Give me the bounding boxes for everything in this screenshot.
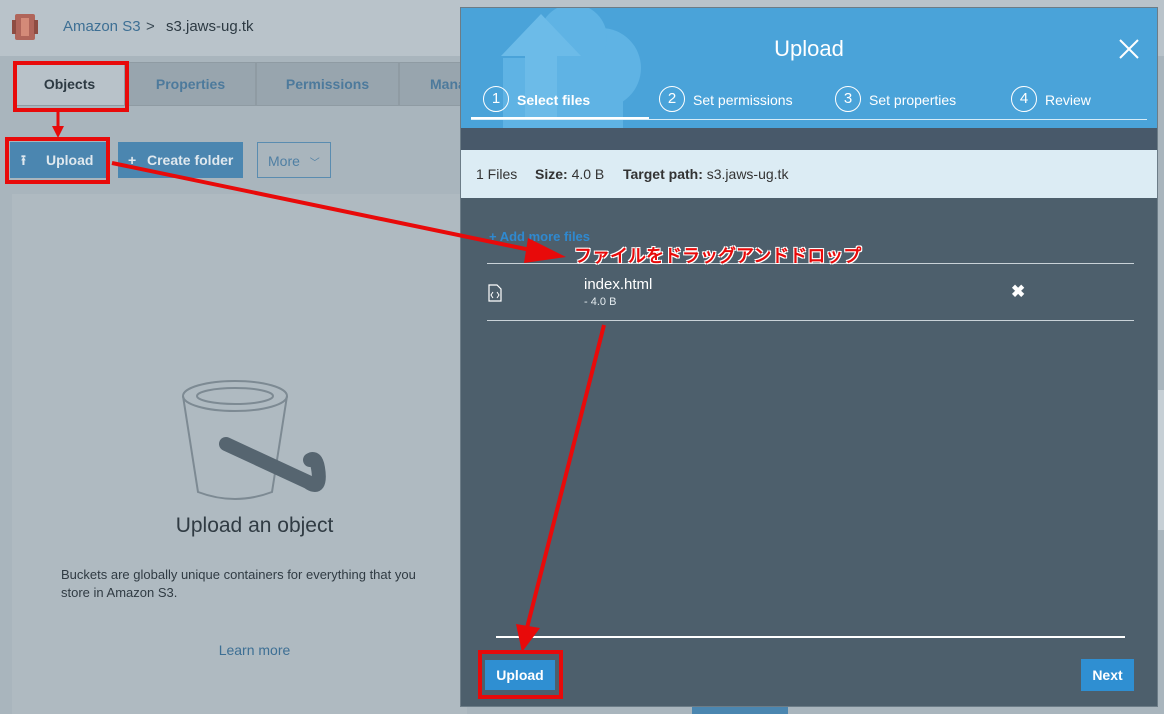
arrowhead-2 (524, 238, 566, 263)
arrowhead-3 (516, 624, 540, 652)
arrow-drop-to-upload (525, 324, 606, 629)
arrow-upload-to-drop (111, 161, 541, 254)
annotation-drag-drop-text: ファイルをドラッグアンドドロップ (574, 246, 862, 266)
arrowhead-1 (52, 126, 64, 138)
annotation-arrows (52, 112, 606, 652)
